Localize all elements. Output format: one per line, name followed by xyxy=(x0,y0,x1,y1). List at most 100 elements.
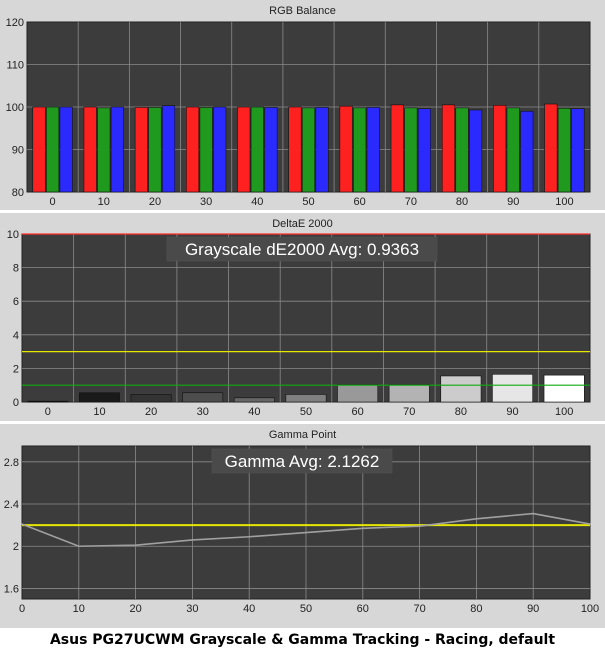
bar-red xyxy=(32,106,46,193)
bar-deltae xyxy=(27,400,69,403)
bar-deltae xyxy=(182,392,224,403)
x-tick-label: 30 xyxy=(200,196,212,208)
x-tick-label: 70 xyxy=(413,603,425,615)
x-tick-label: 0 xyxy=(50,196,56,208)
bar-red xyxy=(134,107,148,193)
y-tick-label: 4 xyxy=(13,330,19,342)
bar-blue xyxy=(571,108,585,193)
y-tick-label: 10 xyxy=(7,229,19,241)
bar-deltae xyxy=(543,374,585,403)
x-tick-label: 50 xyxy=(300,603,312,615)
bar-blue xyxy=(264,107,278,193)
bar-deltae xyxy=(79,392,120,403)
x-tick-label: 10 xyxy=(73,603,85,615)
x-tick-label: 90 xyxy=(507,196,519,208)
gamma-point xyxy=(78,545,80,548)
gamma-point xyxy=(191,539,194,541)
y-tick-label: 2 xyxy=(13,363,19,375)
x-tick-label: 70 xyxy=(403,406,415,418)
panel-title-2: DeltaE 2000 xyxy=(272,218,333,230)
bar-deltae xyxy=(233,397,275,403)
figure-caption: Asus PG27UCWM Grayscale & Gamma Tracking… xyxy=(49,632,556,648)
bar-blue xyxy=(417,108,431,193)
bar-blue xyxy=(315,107,329,193)
bar-deltae xyxy=(440,375,482,403)
y-tick-label: 100 xyxy=(6,102,24,114)
y-tick-label: 0 xyxy=(13,397,19,409)
x-tick-label: 50 xyxy=(302,196,314,208)
gamma-point xyxy=(134,544,137,546)
bar-green xyxy=(557,107,571,193)
bar-deltae xyxy=(285,394,327,403)
x-tick-label: 10 xyxy=(98,196,110,208)
bar-deltae xyxy=(337,384,379,403)
x-tick-label: 40 xyxy=(251,196,263,208)
gamma-point xyxy=(248,535,250,538)
y-tick-label: 2.4 xyxy=(4,499,19,511)
y-tick-label: 8 xyxy=(13,263,19,275)
y-tick-label: 110 xyxy=(6,60,24,72)
x-tick-label: 0 xyxy=(45,406,51,418)
x-tick-label: 80 xyxy=(470,603,482,615)
gamma-point xyxy=(305,531,307,534)
x-tick-label: 60 xyxy=(352,406,364,418)
x-tick-label: 100 xyxy=(555,406,573,418)
annotation-text: Grayscale dE2000 Avg: 0.9363 xyxy=(185,240,419,259)
x-tick-label: 50 xyxy=(300,406,312,418)
bar-deltae xyxy=(492,373,533,403)
x-tick-label: 30 xyxy=(197,406,209,418)
chart-stage: RGB Balance12011010090800 10 20 30 40 50 60 70 8… xyxy=(0,0,605,628)
bar-red xyxy=(544,103,558,193)
x-tick-label: 70 xyxy=(405,196,417,208)
y-tick-label: 90 xyxy=(12,145,24,157)
y-tick-label: 2.8 xyxy=(4,457,19,469)
x-tick-label: 0 xyxy=(19,603,25,615)
annotation-text: Gamma Avg: 2.1262 xyxy=(225,452,380,471)
gamma-point xyxy=(532,512,534,515)
x-tick-label: 100 xyxy=(581,603,599,615)
bar-green xyxy=(506,107,520,193)
x-tick-label: 40 xyxy=(248,406,260,418)
gamma-point xyxy=(362,527,364,530)
bar-red xyxy=(237,106,251,193)
bar-blue xyxy=(520,110,534,193)
bar-red xyxy=(83,106,97,193)
bar-red xyxy=(390,104,404,193)
gamma-point xyxy=(475,518,478,520)
bar-green xyxy=(404,107,418,193)
x-tick-label: 60 xyxy=(354,196,366,208)
bar-red xyxy=(339,105,353,193)
bar-blue xyxy=(161,105,176,193)
bar-green xyxy=(250,106,264,193)
bar-blue xyxy=(59,106,73,193)
y-tick-label: 120 xyxy=(6,17,24,29)
x-tick-label: 80 xyxy=(455,406,467,418)
bar-green xyxy=(301,107,316,193)
bar-blue xyxy=(469,109,483,193)
gamma-point xyxy=(418,525,421,527)
x-tick-label: 60 xyxy=(357,603,369,615)
bar-green xyxy=(46,106,60,193)
bar-deltae xyxy=(388,384,430,403)
x-tick-label: 20 xyxy=(129,603,141,615)
x-tick-label: 100 xyxy=(555,196,573,208)
bar-blue xyxy=(110,106,124,193)
bar-red xyxy=(288,106,302,193)
panel-title-1: RGB Balance xyxy=(269,5,336,17)
bar-green xyxy=(353,107,367,193)
gamma-point xyxy=(589,523,591,525)
panel-title-3: Gamma Point xyxy=(269,429,336,441)
bar-red xyxy=(441,104,456,193)
x-tick-label: 90 xyxy=(527,603,539,615)
y-tick-label: 1.6 xyxy=(4,583,19,595)
x-tick-label: 20 xyxy=(145,406,157,418)
bar-red xyxy=(186,106,200,193)
x-tick-label: 80 xyxy=(456,196,468,208)
y-tick-label: 80 xyxy=(12,187,24,199)
bar-green xyxy=(455,107,469,193)
y-tick-label: 2 xyxy=(13,541,19,553)
bar-blue xyxy=(213,106,227,193)
y-tick-label: 6 xyxy=(13,296,19,308)
bar-green xyxy=(97,107,111,193)
bar-green xyxy=(148,107,162,193)
